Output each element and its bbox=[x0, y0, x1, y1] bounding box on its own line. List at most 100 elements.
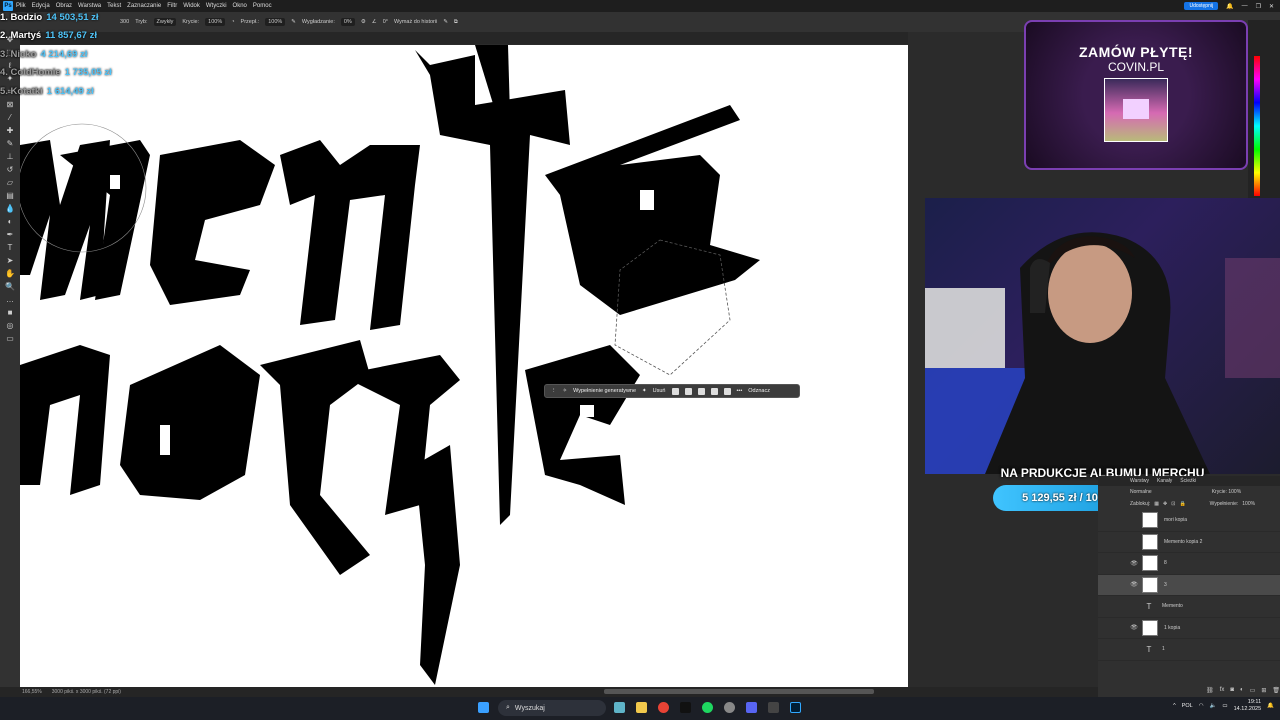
type-tool-icon[interactable]: T bbox=[4, 243, 16, 253]
generative-fill-button[interactable]: Wypełnienie generatywne bbox=[573, 388, 636, 394]
add-mask-icon[interactable]: ◙ bbox=[1230, 687, 1234, 693]
blur-tool-icon[interactable]: 💧 bbox=[4, 204, 16, 214]
lock-pixels-icon[interactable]: ▦ bbox=[1154, 501, 1159, 507]
gear-icon[interactable]: ⚙ bbox=[361, 19, 366, 25]
layer-name[interactable]: 8 bbox=[1164, 560, 1167, 566]
quick-mask-icon[interactable]: ◎ bbox=[4, 321, 16, 331]
layer-row[interactable]: T Memento bbox=[1098, 596, 1280, 618]
drag-handle-icon[interactable]: ⋮ bbox=[551, 388, 557, 394]
menu-plugins[interactable]: Wtyczki bbox=[206, 3, 227, 9]
layer-name[interactable]: mori kopia bbox=[1164, 517, 1187, 523]
menu-window[interactable]: Okno bbox=[233, 3, 247, 9]
new-layer-icon[interactable]: ⊞ bbox=[1261, 687, 1266, 694]
eyedropper-tool-icon[interactable]: ⁄ bbox=[4, 113, 16, 123]
layer-style-icon[interactable]: fx bbox=[1220, 687, 1225, 693]
adjustment-layer-icon[interactable]: ◐ bbox=[1240, 687, 1244, 693]
notifications-icon[interactable]: 🔔 bbox=[1267, 703, 1274, 709]
lock-all-icon[interactable]: 🔒 bbox=[1179, 501, 1185, 507]
layer-name[interactable]: 1 bbox=[1162, 646, 1165, 652]
zoom-level[interactable]: 166,55% bbox=[22, 689, 42, 695]
chrome-icon[interactable] bbox=[658, 702, 669, 713]
layer-row[interactable]: 👁 3 bbox=[1098, 574, 1280, 596]
history-brush-tool-icon[interactable]: ↺ bbox=[4, 165, 16, 175]
deselect-button[interactable]: Odznacz bbox=[748, 388, 770, 394]
terminal-icon[interactable] bbox=[680, 702, 691, 713]
screen-mode-icon[interactable]: ▭ bbox=[4, 334, 16, 344]
wifi-icon[interactable]: ◠ bbox=[1199, 703, 1204, 709]
horizontal-scrollbar[interactable] bbox=[604, 689, 874, 694]
blend-mode-select[interactable]: Normalne bbox=[1130, 489, 1152, 495]
menu-help[interactable]: Pomoc bbox=[253, 3, 272, 9]
visibility-eye-icon[interactable]: 👁 bbox=[1130, 581, 1138, 588]
pressure-icon[interactable]: ◔ bbox=[231, 19, 234, 25]
layer-row[interactable]: 👁 1 kopia bbox=[1098, 618, 1280, 639]
app-icon[interactable] bbox=[768, 702, 779, 713]
frame-tool-icon[interactable]: ⊠ bbox=[4, 100, 16, 110]
clock[interactable]: 19:11 14.12.2025 bbox=[1234, 699, 1262, 713]
lock-artboard-icon[interactable]: ⊡ bbox=[1171, 501, 1175, 507]
airbrush-icon[interactable]: ✎ bbox=[291, 19, 296, 25]
tab-paths[interactable]: Ścieżki bbox=[1180, 478, 1196, 484]
layer-name[interactable]: Memento bbox=[1162, 603, 1183, 609]
invert-icon[interactable] bbox=[684, 387, 692, 395]
layer-name[interactable]: 3 bbox=[1164, 582, 1167, 588]
eraser-tool-icon[interactable]: ▱ bbox=[4, 178, 16, 188]
layer-row[interactable]: Memento kopia 2 bbox=[1098, 532, 1280, 553]
fill-icon[interactable] bbox=[710, 387, 718, 395]
taskbar-search[interactable]: ⌕ Wyszukaj bbox=[498, 700, 606, 716]
menu-view[interactable]: Widok bbox=[183, 3, 200, 9]
document-canvas[interactable] bbox=[20, 45, 908, 687]
more-tools-icon[interactable]: … bbox=[4, 295, 16, 305]
erase-to-history-label[interactable]: Wymaż do historii bbox=[394, 19, 437, 25]
tab-layers[interactable]: Warstwy bbox=[1130, 478, 1149, 484]
new-group-icon[interactable]: ▭ bbox=[1250, 687, 1256, 694]
hue-slider[interactable] bbox=[1254, 56, 1260, 196]
zoom-tool-icon[interactable]: 🔍 bbox=[4, 282, 16, 292]
close-icon[interactable]: ✕ bbox=[1269, 3, 1274, 10]
symmetry-icon[interactable]: ⧉ bbox=[454, 19, 458, 26]
color-swatches-icon[interactable]: ■ bbox=[4, 308, 16, 318]
path-select-tool-icon[interactable]: ➤ bbox=[4, 256, 16, 266]
lock-position-icon[interactable]: ✥ bbox=[1163, 501, 1167, 507]
language-indicator[interactable]: POL bbox=[1182, 703, 1193, 709]
flow-input[interactable]: 100% bbox=[265, 18, 286, 26]
gradient-tool-icon[interactable]: ▤ bbox=[4, 191, 16, 201]
file-explorer-icon[interactable] bbox=[636, 702, 647, 713]
document-info[interactable]: 3000 pikś. x 3000 pikś. (72 ppi) bbox=[52, 689, 121, 695]
spotify-icon[interactable] bbox=[702, 702, 713, 713]
minimize-icon[interactable]: — bbox=[1242, 3, 1248, 9]
battery-icon[interactable]: ▭ bbox=[1222, 703, 1227, 709]
visibility-eye-icon[interactable]: 👁 bbox=[1130, 560, 1138, 567]
photoshop-taskbar-icon[interactable] bbox=[790, 702, 801, 713]
restore-icon[interactable]: ❐ bbox=[1256, 3, 1261, 10]
delete-layer-icon[interactable]: 🗑 bbox=[1272, 687, 1280, 694]
fill-input[interactable]: 100% bbox=[1242, 501, 1255, 507]
remove-icon[interactable]: ✦ bbox=[642, 388, 647, 394]
adjustment-icon[interactable] bbox=[723, 387, 731, 395]
discord-icon[interactable] bbox=[746, 702, 757, 713]
generative-fill-icon[interactable]: ✧ bbox=[563, 388, 568, 394]
pen-tool-icon[interactable]: ✒ bbox=[4, 230, 16, 240]
hand-tool-icon[interactable]: ✋ bbox=[4, 269, 16, 279]
angle-input[interactable]: 0° bbox=[383, 19, 388, 25]
dodge-tool-icon[interactable]: ◐ bbox=[4, 217, 16, 227]
modify-icon[interactable] bbox=[671, 387, 679, 395]
task-view-icon[interactable] bbox=[614, 702, 625, 713]
tab-channels[interactable]: Kanały bbox=[1157, 478, 1172, 484]
bell-icon[interactable]: 🔔 bbox=[1226, 3, 1233, 10]
share-button[interactable]: Udostępnij bbox=[1184, 2, 1219, 10]
layer-name[interactable]: 1 kopia bbox=[1164, 625, 1180, 631]
layer-opacity-input[interactable]: 100% bbox=[1228, 489, 1241, 495]
visibility-eye-icon[interactable]: 👁 bbox=[1130, 624, 1138, 631]
tablet-pressure-icon[interactable]: ✎ bbox=[443, 19, 448, 25]
layer-row[interactable]: T1 bbox=[1098, 639, 1280, 661]
smoothing-input[interactable]: 0% bbox=[340, 18, 355, 26]
more-options-icon[interactable]: ••• bbox=[737, 388, 743, 394]
link-layers-icon[interactable]: ⛓ bbox=[1206, 687, 1214, 694]
obs-icon[interactable] bbox=[724, 702, 735, 713]
mask-icon[interactable] bbox=[697, 387, 705, 395]
start-button-icon[interactable] bbox=[478, 702, 489, 713]
stamp-tool-icon[interactable]: ⊥ bbox=[4, 152, 16, 162]
layer-row[interactable]: 👁 8 bbox=[1098, 553, 1280, 575]
layer-row[interactable]: mori kopia bbox=[1098, 510, 1280, 532]
